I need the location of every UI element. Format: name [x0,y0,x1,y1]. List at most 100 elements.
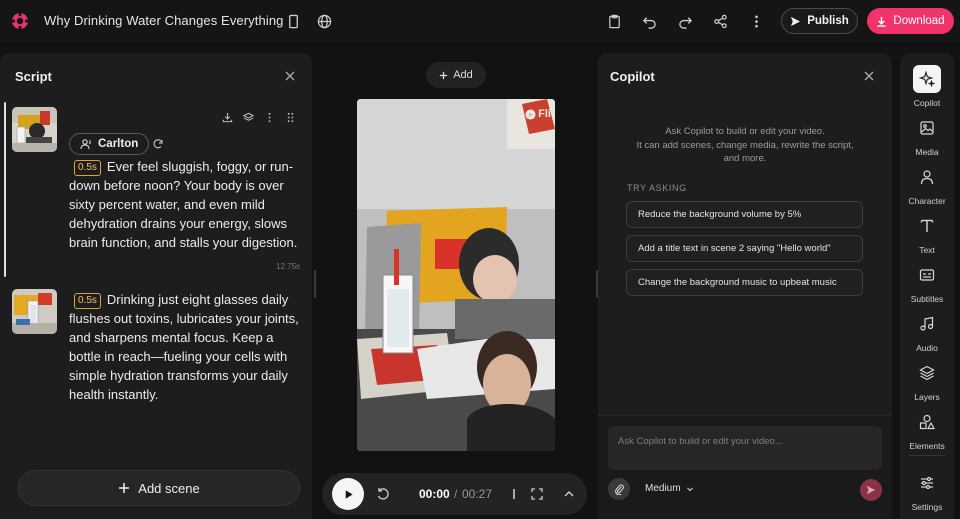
subtitles-icon [913,261,941,289]
attach-button[interactable] [608,478,630,500]
scene-1-script: Ever feel sluggish, foggy, or run-down b… [69,159,298,250]
scene-1-thumbnail[interactable] [12,107,57,152]
rail-item-audio[interactable]: Audio [900,310,954,353]
rail-label: Character [908,196,946,206]
rail-label: Audio [916,343,938,353]
rail-divider [909,455,945,456]
rail-item-media[interactable]: Media [900,114,954,157]
rail-item-elements[interactable]: Elements [900,408,954,451]
video-preview[interactable]: Fli [357,99,555,451]
redo-icon[interactable] [675,11,695,31]
scene-2-text[interactable]: 0.5s Drinking just eight glasses daily fl… [69,290,299,404]
add-scene-button[interactable]: Add scene [18,470,300,506]
scene-1-time: 12.75s [276,262,301,271]
left-resize-handle[interactable] [314,270,316,298]
send-icon [866,485,876,495]
tool-rail: Copilot Media Character Text Subtitles A… [900,53,954,519]
person-icon [913,163,941,191]
download-label: Download [893,15,945,27]
duration-badge[interactable]: 0.5s [74,293,101,309]
scene-1-toolbar [222,112,296,123]
more-vertical-icon[interactable] [264,112,275,123]
play-icon [345,489,353,499]
rail-item-subtitles[interactable]: Subtitles [900,261,954,304]
close-icon[interactable] [283,69,297,83]
active-scene-indicator [4,102,6,277]
voice-name: Carlton [98,138,139,150]
clipboard-icon[interactable] [604,11,624,31]
voice-icon [80,139,91,150]
refresh-icon[interactable] [152,138,164,150]
copilot-panel: Copilot Ask Copilot to build or edit you… [598,53,892,519]
rail-item-settings[interactable]: Settings [900,469,954,512]
time-separator: / [454,487,458,501]
copilot-intro: Ask Copilot to build or edit your video.… [598,125,892,166]
watermark-text: Fli [538,108,551,120]
add-scene-label: Add scene [138,480,200,496]
rail-item-character[interactable]: Character [900,163,954,206]
play-button[interactable] [332,478,364,510]
drag-handle-icon[interactable] [285,112,296,123]
split-icon[interactable] [507,487,521,501]
fullscreen-icon[interactable] [530,487,544,501]
add-label: Add [453,69,473,81]
sparkle-icon [913,65,941,93]
suggestion-chip[interactable]: Reduce the background volume by 5% [626,201,863,228]
chevron-down-icon [686,487,693,491]
shapes-icon [913,408,941,436]
undo-icon[interactable] [639,11,659,31]
globe-icon[interactable] [314,11,334,31]
layers-icon [913,359,941,387]
current-time: 00:00 [419,487,450,501]
voice-selector[interactable]: Carlton [69,133,150,155]
player-controls: 00:00 / 00:27 [322,473,587,515]
scene-2-script: Drinking just eight glasses daily flushe… [69,292,299,402]
rail-label: Subtitles [910,294,944,304]
plus-icon [440,71,448,79]
download-icon[interactable] [222,112,233,123]
project-title[interactable]: Why Drinking Water Changes Everything [44,13,283,28]
replay-icon[interactable] [376,487,390,501]
rail-item-copilot[interactable]: Copilot [900,65,954,108]
scene-2-thumbnail[interactable] [12,289,57,334]
rail-label: Media [915,147,939,157]
close-icon[interactable] [862,69,876,83]
copilot-composer: Ask Copilot to build or edit your video.… [598,415,892,519]
send-icon [791,16,801,26]
more-vertical-icon[interactable] [746,11,766,31]
share-icon[interactable] [710,11,730,31]
app-logo-icon[interactable] [11,12,29,30]
scene-1-text[interactable]: 0.5s Ever feel sluggish, foggy, or run-do… [69,157,299,252]
paperclip-icon [614,484,624,495]
plus-icon [119,483,130,493]
rail-label: Text [919,245,935,255]
copilot-intro-line-3: and more. [723,153,767,164]
rail-item-text[interactable]: Text [900,212,954,255]
suggestion-chip[interactable]: Change the background music to upbeat mu… [626,269,863,296]
rail-label: Settings [911,502,943,512]
publish-label: Publish [807,15,849,27]
rail-label: Copilot [913,98,941,108]
image-icon [913,114,941,142]
duration-badge[interactable]: 0.5s [74,160,101,176]
suggestion-chip[interactable]: Add a title text in scene 2 saying "Hell… [626,235,863,262]
send-button[interactable] [860,479,882,501]
music-icon [913,310,941,338]
text-icon [913,212,941,240]
copilot-intro-line-2: It can add scenes, change media, rewrite… [636,139,854,151]
add-button[interactable]: Add [426,62,486,88]
download-button[interactable]: Download [867,8,954,34]
watermark-logo-icon [525,108,536,120]
rail-label: Elements [909,441,945,451]
copilot-input[interactable]: Ask Copilot to build or edit your video.… [608,426,882,470]
aspect-ratio-icon[interactable] [283,11,303,31]
script-panel-title: Script [15,69,52,84]
publish-button[interactable]: Publish [781,8,858,34]
rail-item-layers[interactable]: Layers [900,359,954,402]
chevron-up-icon[interactable] [562,487,576,501]
model-select[interactable]: Medium [645,483,694,494]
copilot-panel-title: Copilot [610,69,655,84]
sliders-icon [913,469,941,497]
rail-label: Layers [914,392,940,402]
layers-icon[interactable] [243,112,254,123]
